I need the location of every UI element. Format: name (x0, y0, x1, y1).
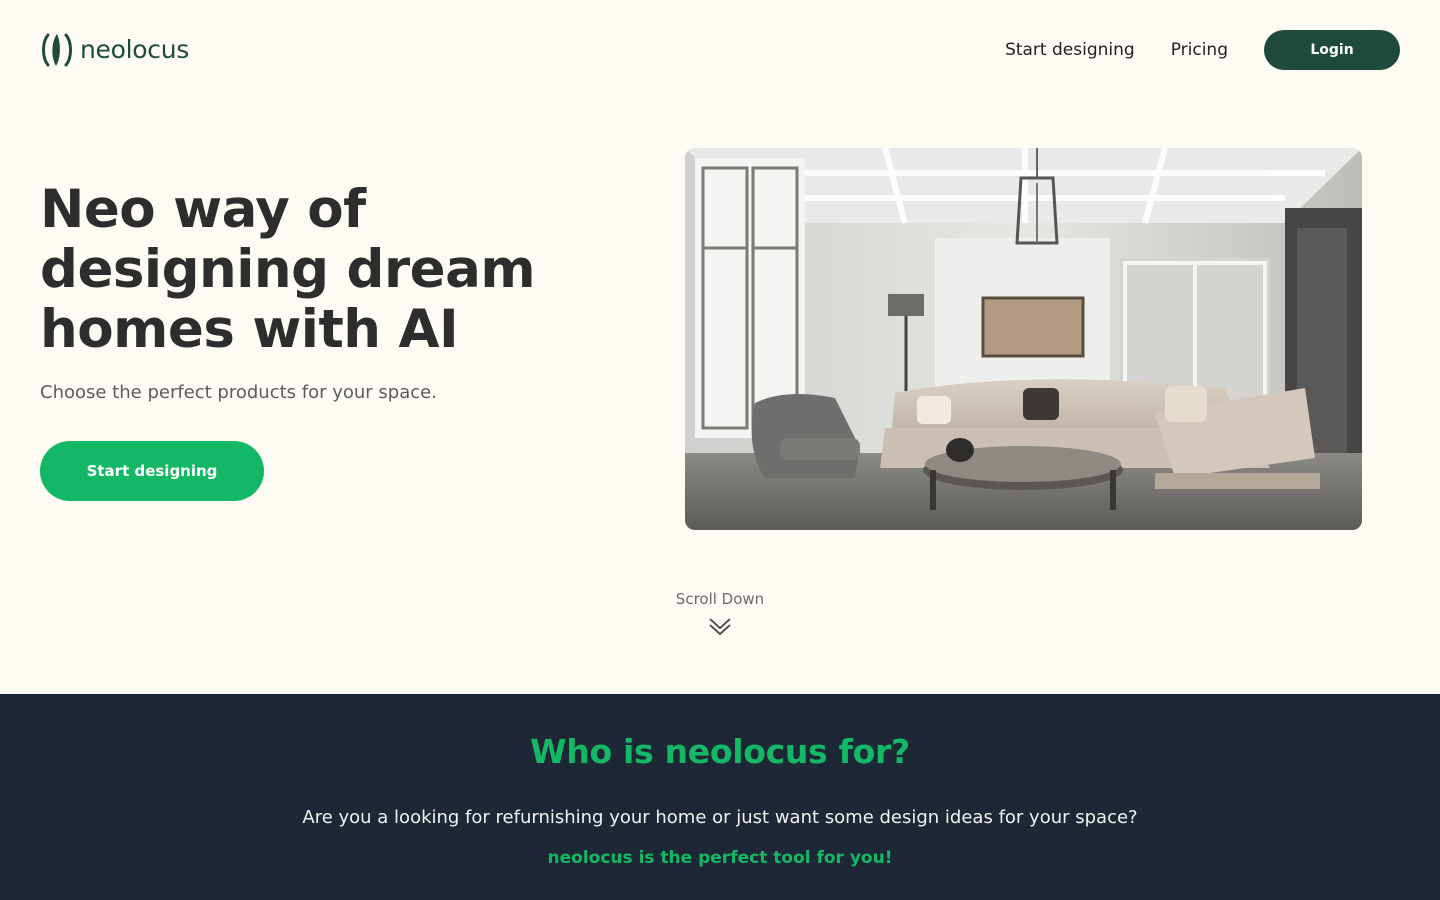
hero-subtitle: Choose the perfect products for your spa… (40, 382, 437, 403)
brand-name: neolocus (80, 35, 189, 64)
living-room-photo (685, 148, 1362, 530)
double-chevron-down-icon (709, 618, 731, 636)
audience-tagline: neolocus is the perfect tool for you! (547, 848, 893, 868)
scroll-down-indicator[interactable]: Scroll Down (620, 588, 820, 636)
top-navigation: neolocus Start designing Pricing Login (0, 0, 1440, 100)
audience-question: Are you a looking for refurnishing your … (302, 807, 1138, 828)
scroll-down-label: Scroll Down (675, 590, 765, 608)
nav-link-start-designing[interactable]: Start designing (1005, 30, 1135, 70)
nav-link-pricing[interactable]: Pricing (1171, 30, 1228, 70)
start-designing-button[interactable]: Start designing (40, 441, 264, 501)
main-nav: Start designing Pricing Login (1005, 30, 1400, 70)
audience-title: Who is neolocus for? (530, 732, 910, 771)
hero-title: Neo way of designing dream homes with AI (40, 179, 536, 360)
audience-section: Who is neolocus for? Are you a looking f… (0, 694, 1440, 900)
brand-logo-link[interactable]: neolocus (40, 32, 189, 68)
leaf-logo-icon (42, 33, 72, 67)
login-button[interactable]: Login (1264, 30, 1400, 70)
living-room-illustration (685, 148, 1362, 530)
